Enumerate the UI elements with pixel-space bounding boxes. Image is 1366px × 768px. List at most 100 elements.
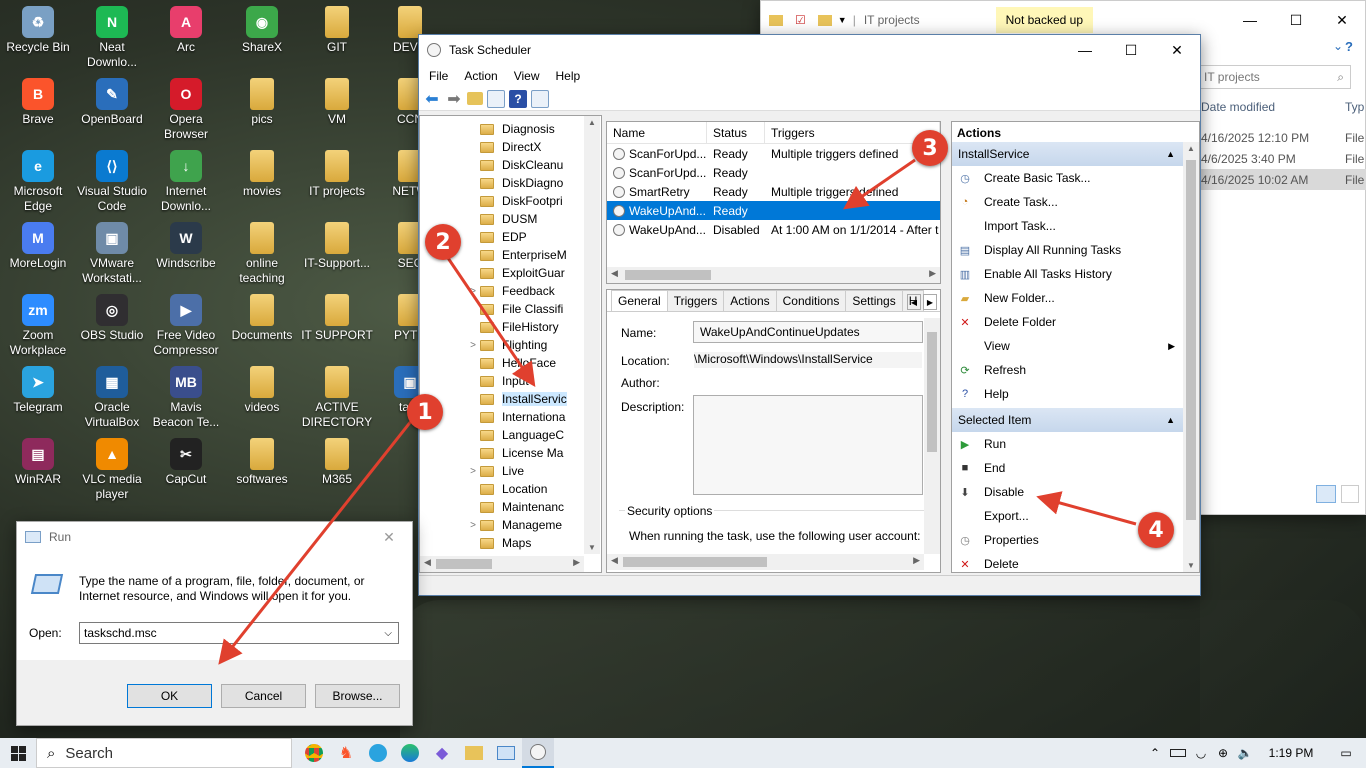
run-dialog[interactable]: Run ✕ Type the name of a program, file, …	[16, 521, 413, 726]
desktop-icon[interactable]: N Neat Downlo...	[76, 6, 148, 70]
minimize-icon[interactable]: —	[1062, 35, 1108, 65]
tree-item[interactable]: InstallServic	[466, 390, 584, 408]
tree-item[interactable]: Internationa	[466, 408, 584, 426]
tree-item[interactable]: Input	[466, 372, 584, 390]
action-help[interactable]: ? Help	[952, 382, 1183, 406]
details-vertical-scrollbar[interactable]	[924, 318, 940, 554]
task-list[interactable]: Name Status Triggers ScanForUpd... Ready Mul…	[606, 121, 941, 284]
tree-item[interactable]: Maps	[466, 534, 584, 552]
tree-item[interactable]: EnterpriseM	[466, 246, 584, 264]
actions-pane[interactable]: Actions InstallService ▲ ◷ Create Basic T…	[951, 121, 1200, 573]
close-icon[interactable]: ✕	[1154, 35, 1200, 65]
tree-item[interactable]: DirectX	[466, 138, 584, 156]
task-details[interactable]: General Triggers Actions Conditions Settings…	[606, 289, 941, 573]
desktop-icon[interactable]: B Brave	[2, 78, 74, 127]
action-view[interactable]: View ▶	[952, 334, 1183, 358]
tree-item[interactable]: ExploitGuar	[466, 264, 584, 282]
browse-button[interactable]: Browse...	[315, 684, 400, 708]
brave-icon[interactable]: ♞	[330, 738, 362, 768]
back-arrow-icon[interactable]: ⬅	[423, 90, 441, 108]
action-create-basic-task[interactable]: ◷ Create Basic Task...	[952, 166, 1183, 190]
desktop-icon[interactable]: zm Zoom Workplace	[2, 294, 74, 358]
task-list-horizontal-scrollbar[interactable]: ◀ ▶	[607, 267, 940, 283]
tree-item[interactable]: > Feedback	[466, 282, 584, 300]
file-row[interactable]: 4/16/2025 12:10 PM File	[1197, 127, 1366, 148]
show-hide-tree-icon[interactable]	[487, 89, 505, 108]
tree-vertical-scrollbar[interactable]: ▲ ▼	[584, 116, 600, 554]
menu-help[interactable]: Help	[548, 69, 589, 83]
language-icon[interactable]: ⊕	[1212, 738, 1234, 768]
chrome-icon[interactable]	[298, 738, 330, 768]
tree-item[interactable]: LanguageC	[466, 426, 584, 444]
action-create-task[interactable]: ◔ Create Task...	[952, 190, 1183, 214]
qat-dropdown-icon[interactable]: ▼	[838, 15, 847, 25]
desktop-icon[interactable]: ↓ Internet Downlo...	[150, 150, 222, 214]
action-display-all-running-tasks[interactable]: ▤ Display All Running Tasks	[952, 238, 1183, 262]
expand-icon[interactable]: >	[466, 286, 480, 297]
show-hide-action-pane-icon[interactable]	[531, 89, 549, 108]
action-refresh[interactable]: ⟳ Refresh	[952, 358, 1183, 382]
collapse-icon[interactable]: ▲	[1166, 149, 1175, 159]
section-header-installservice[interactable]: InstallService ▲	[952, 142, 1183, 166]
desktop-icon[interactable]: ➤ Telegram	[2, 366, 74, 415]
start-button[interactable]	[0, 738, 36, 768]
desktop-icon[interactable]: pics	[226, 78, 298, 127]
up-folder-icon[interactable]	[467, 92, 483, 105]
desktop-icon[interactable]: videos	[226, 366, 298, 415]
run-taskbar-icon[interactable]	[490, 738, 522, 768]
close-icon[interactable]: ✕	[1319, 5, 1365, 35]
tab-actions[interactable]: Actions	[723, 290, 777, 311]
tab-conditions[interactable]: Conditions	[775, 290, 847, 311]
tree-item[interactable]: Location	[466, 480, 584, 498]
column-header-type[interactable]: Typ	[1345, 100, 1364, 114]
volume-icon[interactable]: 🔈	[1234, 738, 1256, 768]
menu-view[interactable]: View	[506, 69, 548, 83]
task-row[interactable]: WakeUpAnd... Disabled At 1:00 AM on 1/1/20…	[607, 220, 940, 239]
desktop-icon[interactable]: softwares	[226, 438, 298, 487]
expand-ribbon-icon[interactable]: ⌄	[1333, 39, 1343, 53]
tab-scroll-left-icon[interactable]: ◀	[907, 294, 921, 310]
desktop-icon[interactable]: M MoreLogin	[2, 222, 74, 271]
desktop-icon[interactable]: ▦ Oracle VirtualBox	[76, 366, 148, 430]
chevron-up-icon[interactable]: ⌃	[1144, 738, 1166, 768]
column-header-name[interactable]: Name	[607, 122, 707, 143]
tree-item[interactable]: Diagnosis	[466, 120, 584, 138]
tree-item[interactable]: > Manageme	[466, 516, 584, 534]
column-header-status[interactable]: Status	[707, 122, 765, 143]
chevron-down-icon[interactable]: ⌵	[384, 628, 392, 639]
desktop-icon[interactable]: ◎ OBS Studio	[76, 294, 148, 343]
properties-icon[interactable]: ☑	[795, 13, 806, 27]
maximize-icon[interactable]: ☐	[1108, 35, 1154, 65]
desktop-icon[interactable]: IT-Support...	[301, 222, 373, 271]
edge-icon[interactable]	[394, 738, 426, 768]
description-field[interactable]	[693, 395, 923, 495]
action-delete[interactable]: ✕ Delete	[952, 552, 1183, 572]
wifi-icon[interactable]: ◡	[1190, 738, 1212, 768]
task-row[interactable]: WakeUpAnd... Ready	[607, 201, 940, 220]
desktop-icon[interactable]: W Windscribe	[150, 222, 222, 271]
desktop-icon[interactable]: ♻ Recycle Bin	[2, 6, 74, 55]
open-combobox[interactable]: taskschd.msc ⌵	[79, 622, 399, 644]
folder-tree[interactable]: Diagnosis DirectX DiskCleanu DiskDiagno Disk…	[419, 115, 602, 573]
tree-item[interactable]: License Ma	[466, 444, 584, 462]
task-scheduler-window[interactable]: Task Scheduler — ☐ ✕ File Action View Help …	[418, 34, 1201, 596]
forward-arrow-icon[interactable]: ➡	[445, 90, 463, 108]
desktop-icon[interactable]: e Microsoft Edge	[2, 150, 74, 214]
action-disable[interactable]: ⬇ Disable	[952, 480, 1183, 504]
desktop-icon[interactable]: ▤ WinRAR	[2, 438, 74, 487]
desktop-icon[interactable]: ▶ Free Video Compressor	[150, 294, 222, 358]
tree-item[interactable]: Maintenanc	[466, 498, 584, 516]
task-row[interactable]: ScanForUpd... Ready Multiple triggers defi…	[607, 144, 940, 163]
maximize-icon[interactable]: ☐	[1273, 5, 1319, 35]
file-explorer-icon[interactable]	[458, 738, 490, 768]
tree-item[interactable]: DUSM	[466, 210, 584, 228]
close-icon[interactable]: ✕	[366, 522, 412, 552]
search-box[interactable]: IT projects ⌕	[1199, 65, 1351, 89]
tab-settings[interactable]: Settings	[845, 290, 903, 311]
action-import-task[interactable]: Import Task...	[952, 214, 1183, 238]
backup-badge[interactable]: Not backed up	[995, 7, 1094, 33]
file-row[interactable]: 4/6/2025 3:40 PM File	[1197, 148, 1366, 169]
tree-item[interactable]: DiskDiagno	[466, 174, 584, 192]
file-row[interactable]: 4/16/2025 10:02 AM File	[1197, 169, 1366, 190]
desktop-icon[interactable]: movies	[226, 150, 298, 199]
